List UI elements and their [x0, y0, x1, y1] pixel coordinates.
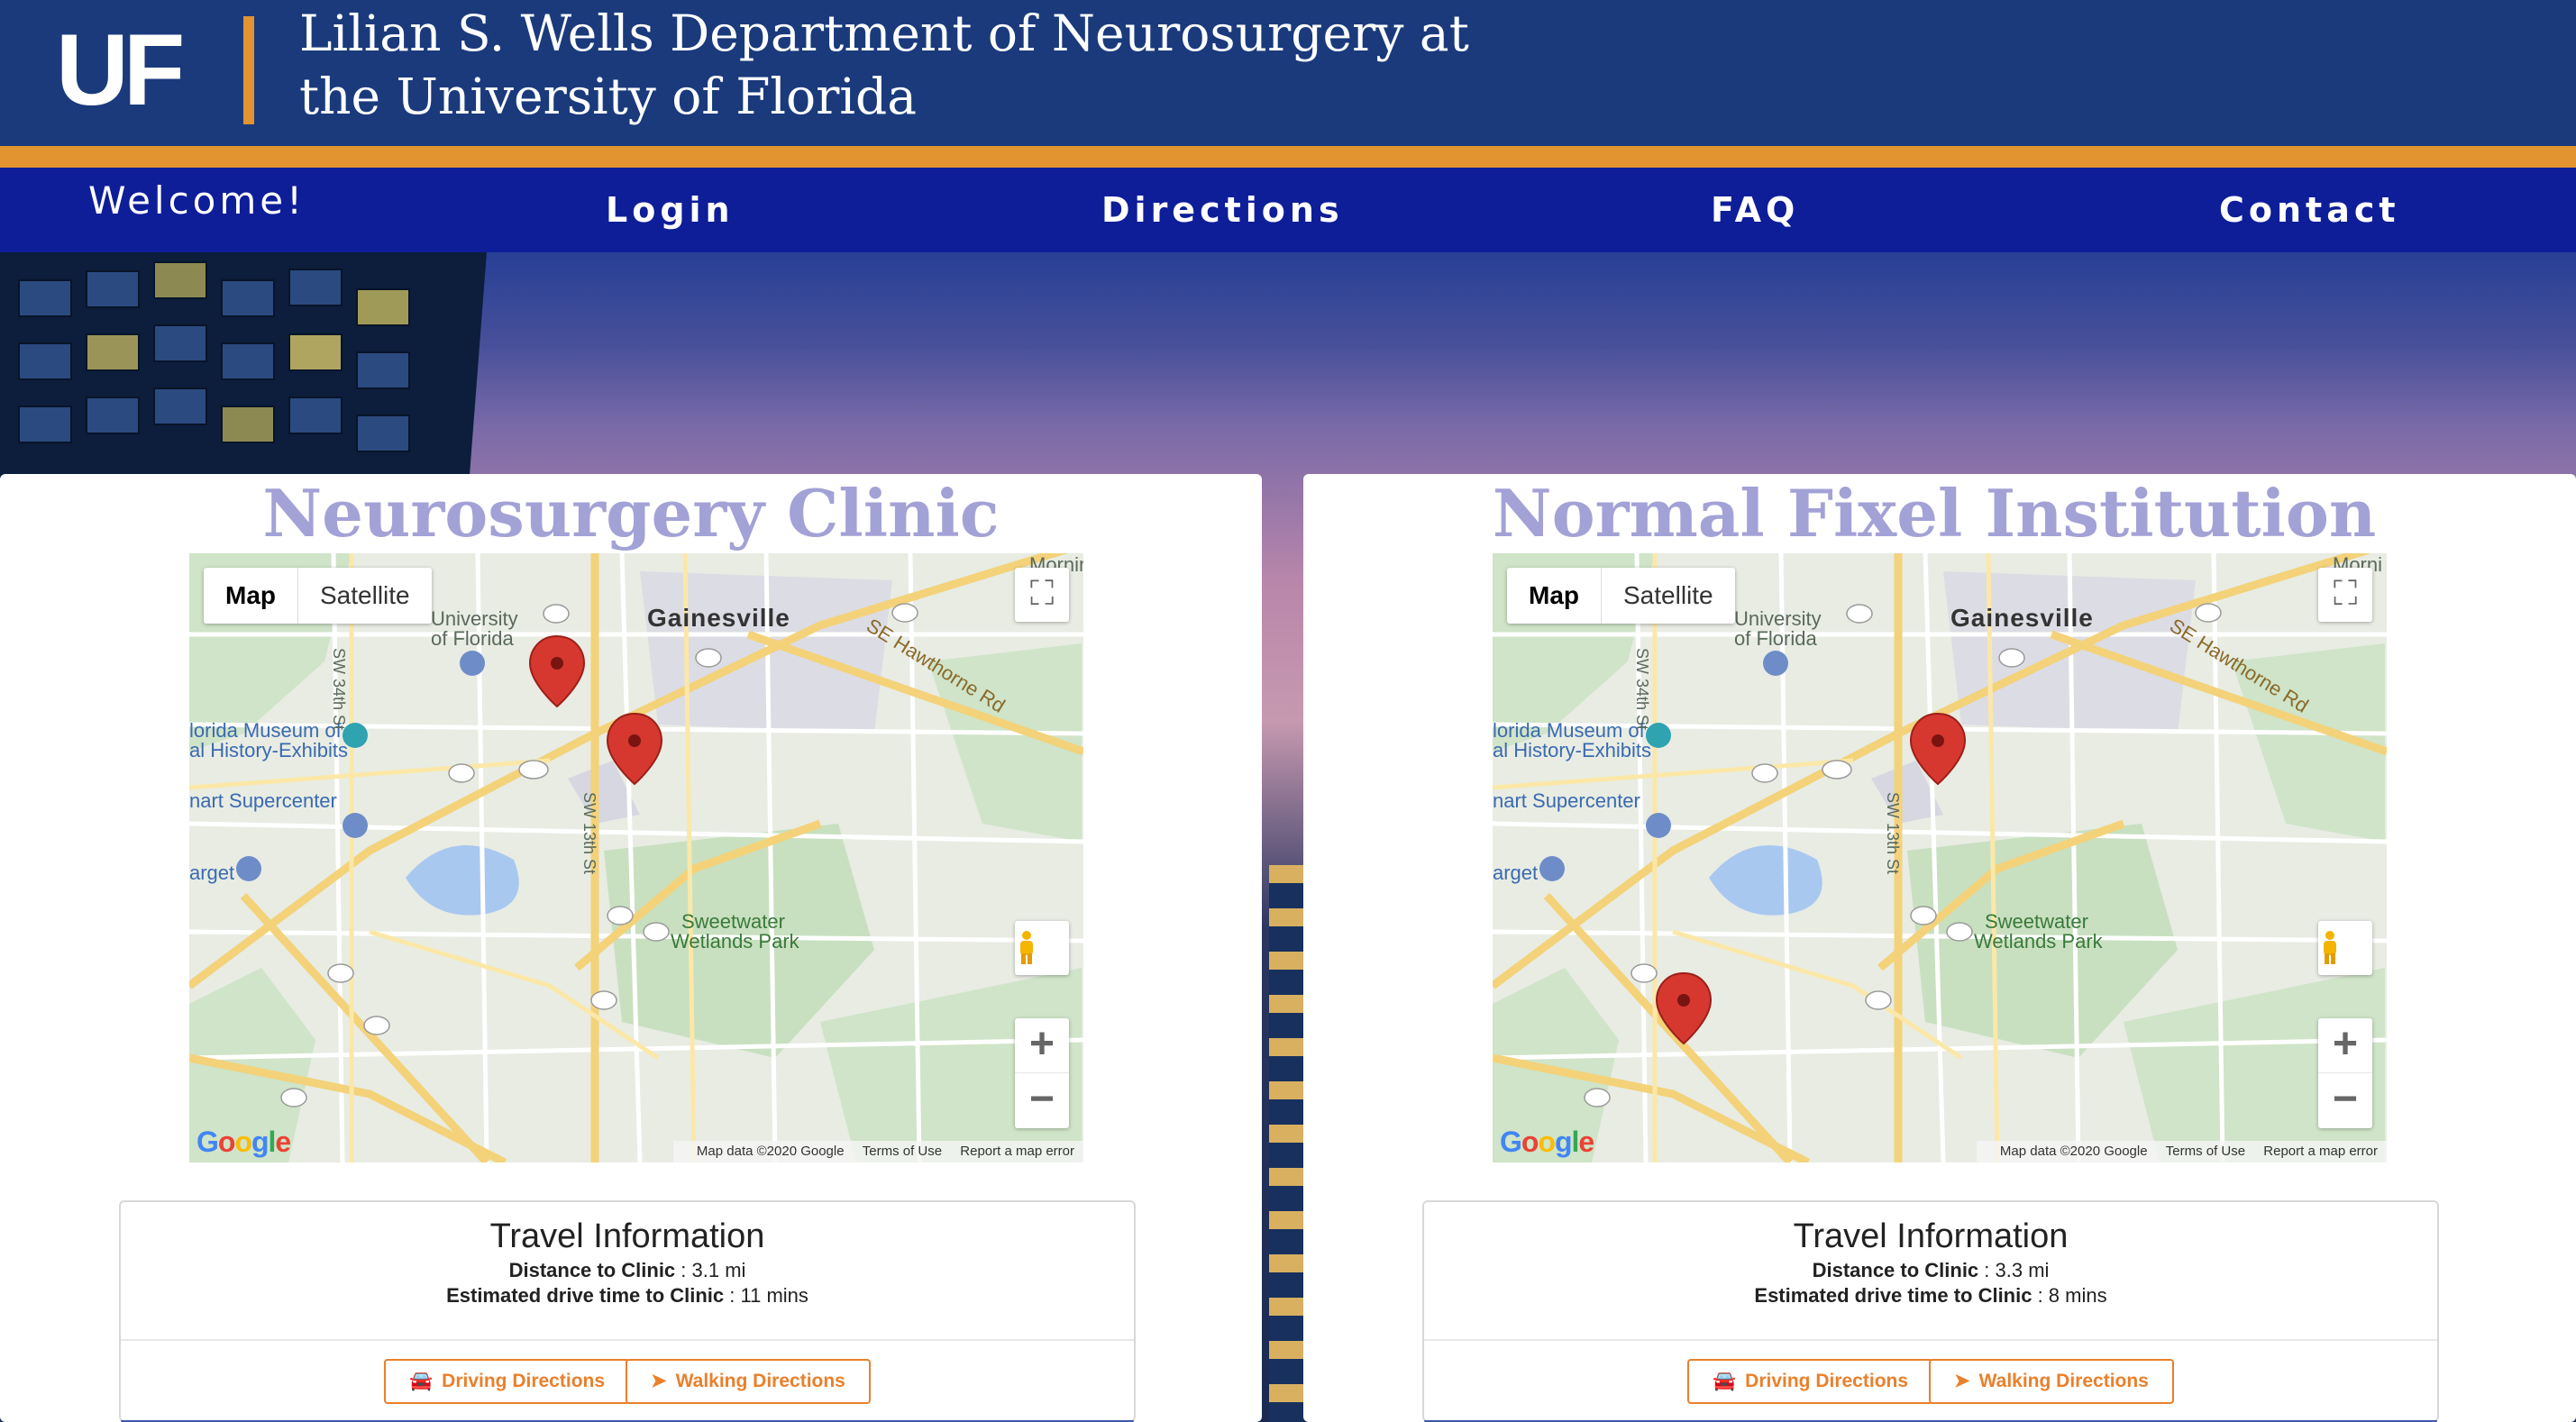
map-label-park: Wetlands Park: [671, 930, 799, 953]
uf-logo[interactable]: UF: [56, 20, 185, 121]
header-accent-stripe: [0, 146, 2576, 168]
map-attribution: Map data ©2020 Google Terms of Use Repor…: [1976, 1141, 2387, 1162]
fullscreen-icon[interactable]: ⛶: [1015, 568, 1069, 622]
panel-title: Normal Fixel Institution: [1492, 475, 2377, 551]
distance-value: : 3.1 mi: [675, 1259, 746, 1281]
main-nav: Welcome! Login Directions FAQ Contact: [0, 168, 2576, 252]
nav-faq[interactable]: FAQ: [1711, 168, 1799, 252]
distance-line: Distance to Clinic : 3.1 mi: [121, 1258, 1134, 1283]
navigation-arrow-icon: ➤: [651, 1371, 667, 1391]
car-icon: 🚘: [409, 1371, 434, 1391]
google-logo: Google: [1500, 1126, 1594, 1158]
zoom-out-icon[interactable]: −: [1015, 1073, 1069, 1128]
nav-contact[interactable]: Contact: [2219, 168, 2400, 252]
time-value: : 8 mins: [2032, 1284, 2107, 1307]
logo-divider: [243, 16, 254, 124]
map-label-supercenter: nart Supercenter: [1493, 789, 1640, 812]
department-title-line2: the University of Florida: [299, 68, 918, 125]
terms-link[interactable]: Terms of Use: [2166, 1144, 2245, 1159]
walking-directions-label: Walking Directions: [675, 1371, 845, 1391]
building-image: [0, 252, 487, 487]
zoom-in-icon[interactable]: +: [1015, 1018, 1069, 1073]
time-line: Estimated drive time to Clinic : 11 mins: [121, 1283, 1134, 1308]
driving-directions-button[interactable]: 🚘 Driving Directions: [1687, 1359, 1934, 1404]
map-label-sw13: SW 13th St: [580, 791, 599, 875]
map-type-satellite-button[interactable]: Satellite: [1602, 568, 1735, 624]
map-type-control: Map Satellite: [1507, 568, 1735, 624]
pegman-icon[interactable]: [2318, 921, 2372, 975]
building-lights: [1269, 865, 1305, 1422]
google-map[interactable]: Gainesville University of Florida lorida…: [189, 553, 1083, 1162]
map-label-sw13: SW 13th St: [1884, 791, 1903, 875]
zoom-out-icon[interactable]: −: [2318, 1073, 2372, 1128]
zoom-in-icon[interactable]: +: [2318, 1018, 2372, 1073]
map-label-sw34: SW 34th St: [1633, 647, 1652, 731]
nav-login[interactable]: Login: [606, 168, 735, 252]
time-label: Estimated drive time to Clinic: [1754, 1284, 2032, 1307]
travel-title: Travel Information: [489, 1217, 765, 1255]
map-type-control: Map Satellite: [204, 568, 432, 624]
nav-directions[interactable]: Directions: [1101, 168, 1344, 252]
distance-label: Distance to Clinic: [1812, 1259, 1979, 1281]
map-label-target: arget: [1493, 861, 1539, 884]
travel-info-card: Travel Information Distance to Clinic : …: [1422, 1200, 2439, 1422]
time-value: : 11 mins: [724, 1284, 808, 1307]
time-line: Estimated drive time to Clinic : 8 mins: [1424, 1283, 2437, 1308]
walking-directions-label: Walking Directions: [1978, 1371, 2149, 1391]
map-label-target: arget: [189, 861, 235, 884]
driving-directions-button[interactable]: 🚘 Driving Directions: [384, 1359, 631, 1404]
map-attribution: Map data ©2020 Google Terms of Use Repor…: [672, 1141, 1083, 1162]
travel-title: Travel Information: [1793, 1217, 2069, 1255]
map-label-city: Gainesville: [1950, 604, 2094, 632]
driving-directions-label: Driving Directions: [442, 1371, 606, 1391]
map-type-map-button[interactable]: Map: [1507, 568, 1602, 624]
map-data-text: Map data ©2020 Google: [696, 1144, 845, 1159]
map-type-map-button[interactable]: Map: [204, 568, 298, 624]
car-icon: 🚘: [1713, 1371, 1737, 1391]
google-map[interactable]: Gainesville University of Florida lorida…: [1493, 553, 2387, 1162]
travel-info-body: Travel Information Distance to Clinic : …: [121, 1202, 1134, 1341]
time-label: Estimated drive time to Clinic: [446, 1284, 725, 1307]
map-label-sw34: SW 34th St: [330, 647, 349, 731]
travel-info-body: Travel Information Distance to Clinic : …: [1424, 1202, 2437, 1341]
travel-info-card: Travel Information Distance to Clinic : …: [119, 1200, 1136, 1422]
panel-title: Neurosurgery Clinic: [262, 475, 1000, 551]
report-link[interactable]: Report a map error: [2263, 1144, 2378, 1159]
department-title-line1: Lilian S. Wells Department of Neurosurge…: [299, 5, 1469, 62]
zoom-control: + −: [1015, 1018, 1069, 1128]
pegman-icon[interactable]: [1015, 921, 1069, 975]
map-tiles: [189, 553, 1083, 1162]
institution-panel: Normal Fixel Institution Gainesville Uni…: [1303, 474, 2576, 1422]
map-label-uf: of Florida: [1734, 627, 1817, 650]
map-label-museum: al History-Exhibits: [1493, 739, 1652, 761]
site-header: UF Lilian S. Wells Department of Neurosu…: [0, 0, 2576, 146]
report-link[interactable]: Report a map error: [960, 1144, 1074, 1159]
navigation-arrow-icon: ➤: [1954, 1371, 1970, 1391]
driving-directions-label: Driving Directions: [1745, 1371, 1909, 1391]
clinic-panel: Neurosurgery Clinic Gainesville Universi…: [0, 474, 1262, 1422]
walking-directions-button[interactable]: ➤ Walking Directions: [1929, 1359, 2174, 1404]
distance-line: Distance to Clinic : 3.3 mi: [1424, 1258, 2437, 1283]
department-title: Lilian S. Wells Department of Neurosurge…: [299, 2, 1471, 128]
fullscreen-icon[interactable]: ⛶: [2318, 568, 2372, 622]
map-data-text: Map data ©2020 Google: [1999, 1144, 2148, 1159]
nav-welcome: Welcome!: [88, 178, 306, 223]
distance-label: Distance to Clinic: [508, 1259, 676, 1281]
map-tiles: [1493, 553, 2387, 1162]
map-label-city: Gainesville: [647, 604, 790, 632]
terms-link[interactable]: Terms of Use: [863, 1144, 942, 1159]
map-label-supercenter: nart Supercenter: [189, 789, 337, 812]
map-label-uf: of Florida: [431, 627, 514, 650]
map-label-park: Wetlands Park: [1974, 930, 2103, 953]
google-logo: Google: [196, 1126, 291, 1158]
distance-value: : 3.3 mi: [1978, 1259, 2050, 1281]
map-label-museum: al History-Exhibits: [189, 739, 349, 761]
zoom-control: + −: [2318, 1018, 2372, 1128]
map-type-satellite-button[interactable]: Satellite: [298, 568, 432, 624]
walking-directions-button[interactable]: ➤ Walking Directions: [626, 1359, 871, 1404]
